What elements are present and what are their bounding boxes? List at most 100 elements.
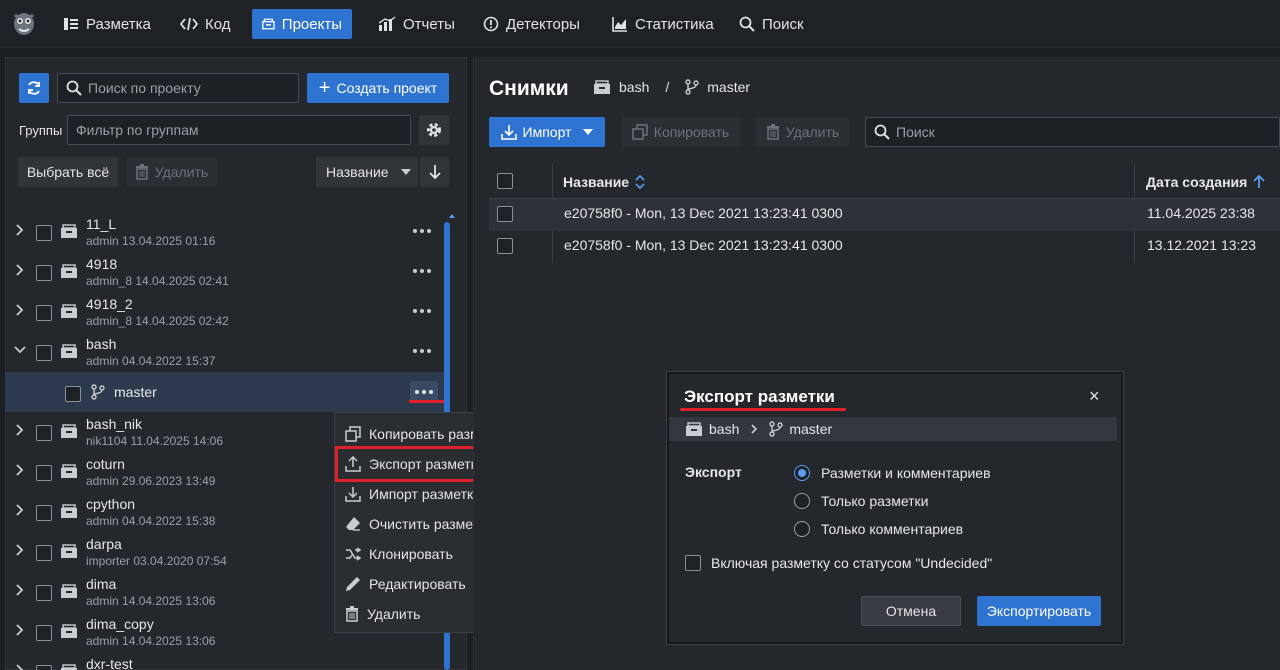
export-button[interactable]: Экспортировать xyxy=(977,596,1101,626)
sort-select[interactable]: Название xyxy=(316,157,418,187)
more-icon[interactable] xyxy=(411,303,433,319)
checkbox[interactable] xyxy=(685,555,701,571)
more-icon[interactable] xyxy=(411,263,433,279)
select-all-button[interactable]: Выбрать всё xyxy=(18,157,118,187)
breadcrumb-project[interactable]: bash xyxy=(619,79,649,95)
tree-row-bash[interactable]: bash admin 04.04.2022 15:37 xyxy=(0,331,440,371)
option-label: Только комментариев xyxy=(821,521,964,537)
search-icon xyxy=(66,80,82,96)
column-name-label: Название xyxy=(563,174,630,190)
breadcrumb-branch[interactable]: master xyxy=(707,79,750,95)
chevron-right-icon[interactable] xyxy=(14,422,26,438)
close-icon[interactable]: × xyxy=(1089,386,1100,407)
nav-markup[interactable]: Разметка xyxy=(53,9,161,39)
tree-row-11-l[interactable]: 11_L admin 13.04.2025 01:16 xyxy=(0,211,440,251)
create-project-button[interactable]: + Создать проект xyxy=(307,73,449,103)
tree-row-dxr-test[interactable]: dxr-test xyxy=(0,651,440,670)
more-icon[interactable] xyxy=(411,223,433,239)
app-logo-icon[interactable] xyxy=(10,9,38,37)
dialog-branch: master xyxy=(789,421,833,437)
import-button[interactable]: Импорт xyxy=(489,117,605,147)
select-all-checkbox[interactable] xyxy=(497,173,513,189)
chevron-right-icon[interactable] xyxy=(14,222,26,238)
project-search-input[interactable]: Поиск по проекту xyxy=(57,73,299,103)
tree-row-master-branch[interactable]: master xyxy=(5,372,445,412)
refresh-button[interactable] xyxy=(19,73,49,103)
snapshot-date: 13.12.2021 13:23 xyxy=(1147,237,1256,253)
snapshot-search-input[interactable]: Поиск xyxy=(865,117,1280,147)
menu-clear-markup[interactable]: Очистить разметку xyxy=(345,511,492,537)
delete-projects-button[interactable]: Удалить xyxy=(126,157,217,187)
delete-projects-label: Удалить xyxy=(154,164,209,180)
scroll-up-arrow[interactable] xyxy=(449,214,455,218)
chevron-right-icon[interactable] xyxy=(14,622,26,638)
row-checkbox[interactable] xyxy=(36,425,52,441)
tree-row-4918-2[interactable]: 4918_2 admin_8 14.04.2025 02:42 xyxy=(0,291,440,331)
chevron-right-icon[interactable] xyxy=(14,582,26,598)
cancel-button[interactable]: Отмена xyxy=(861,596,961,626)
project-name: darpa xyxy=(86,536,122,552)
chevron-right-icon[interactable] xyxy=(14,542,26,558)
export-button-label: Экспортировать xyxy=(986,603,1092,619)
column-name-header[interactable]: Название xyxy=(563,174,645,190)
row-checkbox[interactable] xyxy=(65,386,81,402)
menu-import-markup[interactable]: Импорт разметки xyxy=(345,481,481,507)
project-name: 4918 xyxy=(86,256,118,272)
table-row[interactable]: e20758f0 - Mon, 13 Dec 2021 13:23:41 030… xyxy=(489,231,1280,263)
row-checkbox[interactable] xyxy=(497,206,513,222)
breadcrumb-separator: / xyxy=(665,79,670,95)
group-filter-placeholder: Фильтр по группам xyxy=(76,122,199,138)
nav-code[interactable]: Код xyxy=(170,9,241,39)
download-icon xyxy=(500,125,517,140)
row-checkbox[interactable] xyxy=(36,345,52,361)
menu-edit[interactable]: Редактировать xyxy=(345,571,466,597)
row-checkbox[interactable] xyxy=(36,225,52,241)
chevron-right-icon[interactable] xyxy=(14,462,26,478)
column-date-header[interactable]: Дата создания xyxy=(1146,174,1265,190)
snapshot-date: 11.04.2025 23:38 xyxy=(1147,205,1255,221)
snapshot-search-placeholder: Поиск xyxy=(896,124,935,140)
nav-detectors[interactable]: Детекторы xyxy=(473,9,590,39)
sort-direction-button[interactable] xyxy=(420,157,449,187)
nav-reports[interactable]: Отчеты xyxy=(368,9,465,39)
chevron-right-icon[interactable] xyxy=(14,502,26,518)
project-name: 11_L xyxy=(86,216,117,232)
row-checkbox[interactable] xyxy=(36,665,52,670)
branch-icon xyxy=(685,79,699,95)
project-name: 4918_2 xyxy=(86,296,133,312)
row-checkbox[interactable] xyxy=(36,585,52,601)
menu-clone[interactable]: Клонировать xyxy=(345,541,453,567)
row-checkbox[interactable] xyxy=(36,625,52,641)
row-checkbox[interactable] xyxy=(36,505,52,521)
radio-button[interactable] xyxy=(794,493,810,509)
radio-button[interactable] xyxy=(794,465,810,481)
delete-snapshot-button[interactable]: Удалить xyxy=(756,117,849,147)
tree-row-4918[interactable]: 4918 admin_8 14.04.2025 02:41 xyxy=(0,251,440,291)
chevron-right-icon[interactable] xyxy=(14,262,26,278)
table-row[interactable]: e20758f0 - Mon, 13 Dec 2021 13:23:41 030… xyxy=(489,199,1280,231)
copy-snapshot-button[interactable]: Копировать xyxy=(621,117,740,147)
copy-icon xyxy=(632,124,648,140)
row-checkbox[interactable] xyxy=(36,305,52,321)
row-checkbox[interactable] xyxy=(497,238,513,254)
row-checkbox[interactable] xyxy=(36,265,52,281)
row-checkbox[interactable] xyxy=(36,465,52,481)
group-filter-input[interactable]: Фильтр по группам xyxy=(67,115,411,145)
chevron-right-icon[interactable] xyxy=(14,302,26,318)
menu-label: Импорт разметки xyxy=(369,486,481,502)
more-icon[interactable] xyxy=(411,343,433,359)
chevron-down-icon[interactable] xyxy=(14,342,26,358)
row-checkbox[interactable] xyxy=(36,545,52,561)
settings-button[interactable] xyxy=(419,115,449,145)
nav-statistics[interactable]: Статистика xyxy=(602,9,724,39)
radio-button[interactable] xyxy=(794,521,810,537)
plus-icon: + xyxy=(318,77,331,99)
menu-label: Удалить xyxy=(367,606,421,622)
menu-delete[interactable]: Удалить xyxy=(345,601,420,627)
nav-markup-label: Разметка xyxy=(86,15,151,33)
highlight-underline xyxy=(409,400,445,403)
chevron-right-icon[interactable] xyxy=(14,662,26,670)
trash-icon xyxy=(766,124,779,140)
nav-search[interactable]: Поиск xyxy=(729,9,814,39)
nav-projects[interactable]: Проекты xyxy=(252,9,352,39)
